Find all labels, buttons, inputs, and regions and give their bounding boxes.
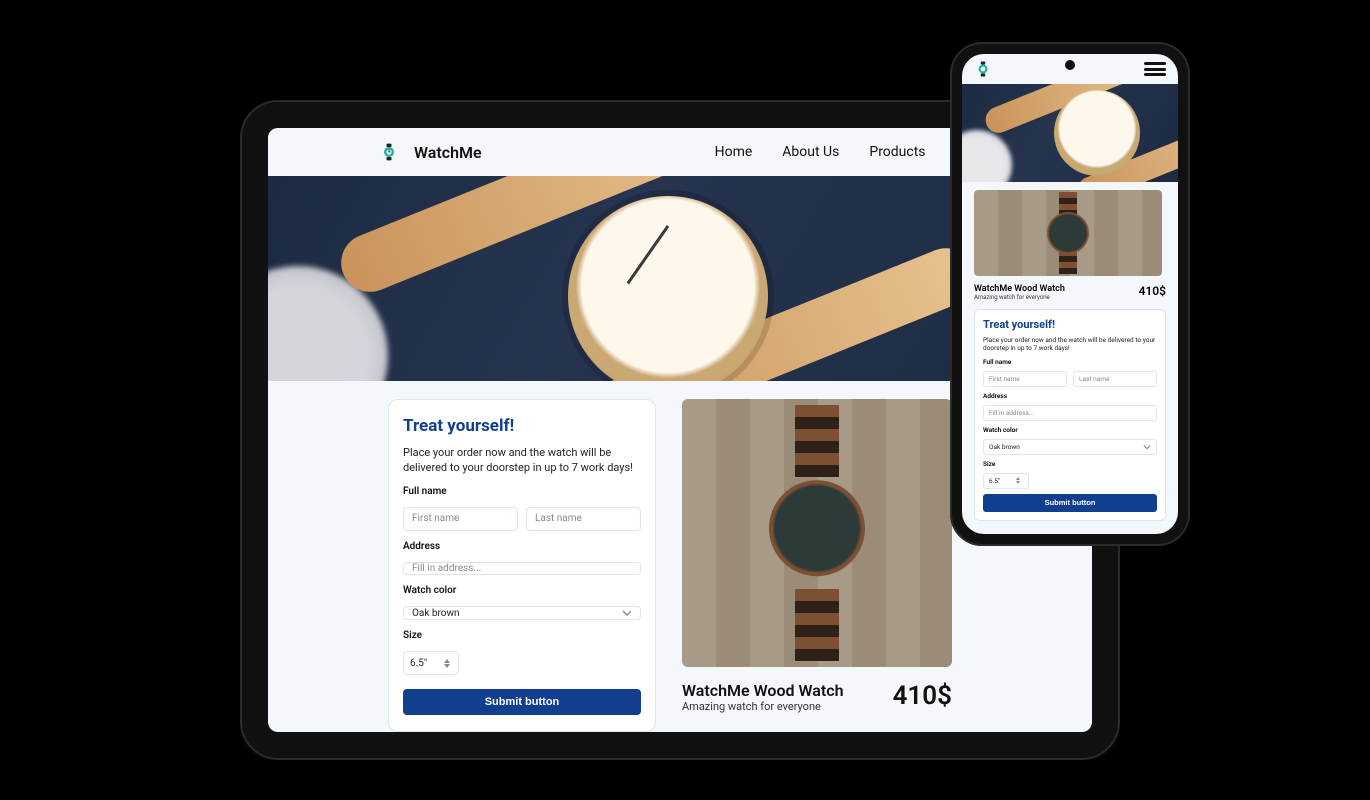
size-stepper[interactable]: 6.5" [403, 651, 459, 675]
first-name-input[interactable]: First name [403, 507, 518, 531]
product-panel: WatchMe Wood Watch Amazing watch for eve… [682, 399, 972, 732]
product-price: 410$ [893, 681, 952, 711]
stepper-arrows-icon [444, 659, 452, 668]
product-title: WatchMe Wood Watch [682, 681, 844, 700]
nav-products[interactable]: Products [869, 144, 925, 160]
hamburger-menu-icon[interactable] [1144, 62, 1166, 76]
chevron-down-icon [1143, 443, 1151, 451]
watch-color-value: Oak brown [412, 608, 460, 619]
size-value: 6.5" [410, 658, 427, 669]
watch-logo-icon [378, 141, 400, 163]
submit-button[interactable]: Submit button [403, 689, 641, 715]
last-name-input[interactable]: Last name [526, 507, 641, 531]
address-input[interactable]: Fill in address... [403, 562, 641, 576]
phone-product-image [974, 190, 1162, 276]
form-title: Treat yourself! [403, 416, 641, 436]
phone-form-title: Treat yourself! [983, 318, 1157, 331]
product-image [682, 399, 952, 667]
nav-about[interactable]: About Us [782, 144, 839, 160]
phone-screen: WatchMe Wood Watch Amazing watch for eve… [962, 54, 1178, 534]
phone-size-value: 6.5" [989, 477, 1000, 485]
watch-color-select[interactable]: Oak brown [403, 606, 641, 620]
stepper-arrows-icon [1016, 477, 1023, 484]
nav-home[interactable]: Home [715, 144, 753, 160]
phone-watch-color-select[interactable]: Oak brown [983, 439, 1157, 455]
watch-logo-icon [974, 60, 992, 78]
watch-color-label: Watch color [403, 585, 641, 596]
phone-product-price: 410$ [1139, 284, 1166, 298]
brand-name: WatchMe [414, 143, 482, 162]
phone-main: WatchMe Wood Watch Amazing watch for eve… [962, 182, 1178, 534]
phone-size-stepper[interactable]: 6.5" [983, 473, 1029, 489]
phone-size-label: Size [983, 460, 1157, 468]
chevron-down-icon [622, 608, 632, 618]
phone-address-label: Address [983, 392, 1157, 400]
phone-form-description: Place your order now and the watch will … [983, 336, 1157, 353]
phone-order-form-card: Treat yourself! Place your order now and… [974, 309, 1166, 521]
phone-last-name-input[interactable]: Last name [1073, 371, 1157, 387]
product-subtitle: Amazing watch for everyone [682, 700, 844, 713]
phone-submit-button[interactable]: Submit button [983, 494, 1157, 512]
phone-device-frame: WatchMe Wood Watch Amazing watch for eve… [950, 42, 1190, 546]
phone-product-subtitle: Amazing watch for everyone [974, 294, 1065, 301]
order-form-card: Treat yourself! Place your order now and… [388, 399, 656, 732]
phone-watch-color-label: Watch color [983, 426, 1157, 434]
size-label: Size [403, 630, 641, 641]
phone-camera-icon [1065, 60, 1075, 70]
phone-full-name-label: Full name [983, 358, 1157, 366]
address-label: Address [403, 541, 641, 552]
phone-product-title: WatchMe Wood Watch [974, 284, 1065, 294]
phone-first-name-input[interactable]: First name [983, 371, 1067, 387]
primary-nav: Home About Us Products Co… [715, 144, 982, 160]
phone-watch-color-value: Oak brown [989, 443, 1020, 451]
form-description: Place your order now and the watch will … [403, 446, 641, 476]
phone-hero-image [962, 84, 1178, 182]
phone-address-input[interactable]: Fill in address... [983, 405, 1157, 421]
full-name-label: Full name [403, 486, 641, 497]
